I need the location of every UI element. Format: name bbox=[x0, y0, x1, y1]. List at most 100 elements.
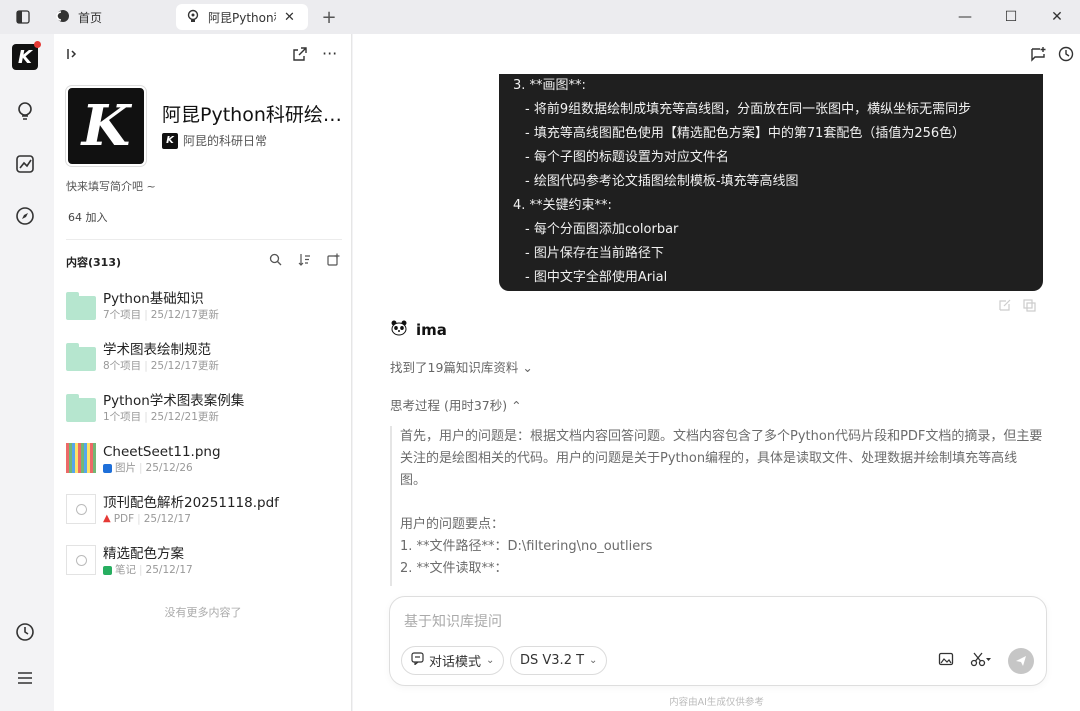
kb-cover-image: K bbox=[66, 86, 146, 166]
thinking-line: 2. **文件读取**： bbox=[400, 561, 508, 576]
menu-icon[interactable] bbox=[12, 665, 38, 691]
home-logo-icon bbox=[56, 9, 70, 26]
thinking-toggle[interactable]: 思考过程 (用时37秒) ⌃ bbox=[390, 395, 522, 414]
content-header: 内容(313) bbox=[66, 253, 340, 270]
message-line: - 绘图代码参考论文插图绘制模板-填充等高线图 bbox=[525, 174, 799, 189]
chat-area: 3. **画图**: - 将前9组数据绘制成填充等高线图，分面放在同一张图中，横… bbox=[353, 34, 1080, 711]
list-item[interactable]: Python学术图表案例集 1个项目 | 25/12/21更新 bbox=[66, 388, 346, 439]
image-thumbnail bbox=[66, 443, 96, 473]
folder-icon bbox=[66, 341, 96, 371]
tab-label: 阿昆Python科研绘图 bbox=[208, 10, 276, 25]
thinking-line bbox=[400, 492, 1050, 514]
list-item[interactable]: CheetSeet11.png 图片 | 25/12/26 bbox=[66, 439, 346, 490]
image-upload-icon[interactable] bbox=[938, 651, 954, 671]
item-date: 25/12/26 bbox=[145, 462, 193, 474]
knowledge-panel: ··· K 阿昆Python科研绘图... K 阿昆的科研日常 快来填写简介吧 … bbox=[54, 34, 352, 711]
mode-select[interactable]: 对话模式 ⌄ bbox=[401, 646, 505, 675]
kb-join-count: 64 加入 bbox=[68, 211, 108, 224]
content-count-label: 内容(313) bbox=[66, 256, 122, 269]
minimize-button[interactable]: — bbox=[942, 0, 988, 34]
folder-icon bbox=[66, 290, 96, 320]
no-more-label: 没有更多内容了 bbox=[164, 606, 242, 619]
send-button[interactable] bbox=[1008, 648, 1034, 674]
message-line: - 图中文字全部使用Arial bbox=[525, 270, 668, 285]
message-line: - 填充等高线图配色使用【精选配色方案】中的第71套配色（插值为256色） bbox=[525, 126, 966, 141]
note-icon bbox=[103, 565, 112, 575]
file-list: Python基础知识 7个项目 | 25/12/17更新 学术图表绘制规范 8个项目… bbox=[66, 286, 346, 592]
title-bar: 首页 阿昆Python科研绘图 ✕ + — ☐ ✕ bbox=[0, 0, 1080, 34]
edit-icon[interactable] bbox=[998, 299, 1011, 316]
model-select[interactable]: DS V3.2 T ⌄ bbox=[510, 646, 608, 675]
thinking-line: 用户的问题要点： bbox=[400, 517, 505, 532]
tab-label: 首页 bbox=[78, 10, 103, 25]
scissors-icon[interactable] bbox=[970, 651, 992, 671]
thinking-line: 图。 bbox=[400, 473, 427, 488]
item-type: 笔记 bbox=[115, 564, 136, 576]
message-line: 3. **画图**: bbox=[513, 78, 586, 93]
image-icon bbox=[103, 463, 112, 473]
owner-avatar: K bbox=[162, 132, 178, 149]
kb-intro[interactable]: 快来填写简介吧 ~ bbox=[66, 178, 156, 194]
collapse-panel-icon[interactable] bbox=[66, 46, 80, 66]
list-item[interactable]: 学术图表绘制规范 8个项目 | 25/12/17更新 bbox=[66, 337, 346, 388]
item-count: 7个项目 bbox=[103, 309, 142, 321]
mode-label: 对话模式 bbox=[429, 655, 482, 670]
item-count: 8个项目 bbox=[103, 360, 142, 372]
add-content-icon[interactable] bbox=[327, 253, 340, 269]
item-name: 学术图表绘制规范 bbox=[103, 342, 211, 358]
item-date: 25/12/17 bbox=[145, 564, 193, 576]
folder-icon bbox=[66, 392, 96, 422]
compass-icon[interactable] bbox=[12, 203, 38, 229]
pdf-thumbnail bbox=[66, 494, 96, 524]
history-icon[interactable] bbox=[1058, 46, 1074, 66]
kb-owner[interactable]: K 阿昆的科研日常 bbox=[162, 132, 267, 149]
model-label: DS V3.2 T bbox=[520, 653, 585, 668]
new-tab-button[interactable]: + bbox=[314, 7, 344, 28]
search-icon[interactable] bbox=[269, 253, 282, 269]
history-icon[interactable] bbox=[12, 619, 38, 645]
thinking-line: 关注的是绘图相关的代码。用户的问题是关于Python编程的，具体是读取文件、处理… bbox=[400, 451, 1018, 466]
chat-input-box[interactable]: 基于知识库提问 对话模式 ⌄ DS V3.2 T ⌄ bbox=[389, 596, 1047, 686]
list-item[interactable]: 精选配色方案 笔记 | 25/12/17 bbox=[66, 541, 346, 592]
item-date: 25/12/17 bbox=[143, 513, 191, 525]
thinking-line: 1. **文件路径**：D:\filtering\no_outliers bbox=[400, 539, 653, 554]
chart-icon[interactable] bbox=[12, 151, 38, 177]
note-thumbnail bbox=[66, 545, 96, 575]
more-icon[interactable]: ··· bbox=[322, 44, 337, 63]
share-icon[interactable] bbox=[292, 46, 308, 66]
thinking-line: ... bbox=[400, 580, 1050, 586]
tab-knowledge-base[interactable]: 阿昆Python科研绘图 ✕ bbox=[176, 4, 308, 30]
chat-input-placeholder[interactable]: 基于知识库提问 bbox=[404, 611, 502, 631]
item-type: PDF bbox=[113, 513, 135, 525]
item-date: 25/12/17更新 bbox=[150, 360, 219, 372]
list-item[interactable]: 顶刊配色解析20251118.pdf ▲ PDF | 25/12/17 bbox=[66, 490, 346, 541]
item-name: Python基础知识 bbox=[103, 291, 204, 307]
sources-toggle[interactable]: 找到了19篇知识库资料 ⌄ bbox=[390, 357, 533, 376]
app-logo[interactable]: K bbox=[12, 41, 41, 70]
close-window-button[interactable]: ✕ bbox=[1034, 0, 1080, 34]
divider bbox=[66, 239, 342, 240]
sort-icon[interactable] bbox=[298, 253, 311, 269]
item-name: 精选配色方案 bbox=[103, 546, 184, 562]
chevron-up-icon: ⌃ bbox=[511, 398, 522, 413]
bulb-icon[interactable] bbox=[12, 98, 38, 124]
close-icon[interactable]: ✕ bbox=[284, 10, 295, 25]
assistant-header: ima bbox=[390, 320, 447, 340]
list-item[interactable]: Python基础知识 7个项目 | 25/12/17更新 bbox=[66, 286, 346, 337]
assistant-name: ima bbox=[416, 321, 447, 339]
chevron-down-icon: ⌄ bbox=[522, 360, 533, 375]
maximize-button[interactable]: ☐ bbox=[988, 0, 1034, 34]
chevron-down-icon: ⌄ bbox=[486, 655, 495, 666]
chevron-down-icon: ⌄ bbox=[589, 655, 598, 666]
new-note-icon[interactable] bbox=[1030, 46, 1046, 66]
tab-home[interactable]: 首页 bbox=[46, 4, 170, 30]
toggle-sidebar-icon[interactable] bbox=[0, 0, 46, 34]
item-name: CheetSeet11.png bbox=[103, 444, 221, 460]
item-date: 25/12/21更新 bbox=[150, 411, 219, 423]
thinking-content: 首先，用户的问题是：根据文档内容回答问题。文档内容包含了多个Python代码片段… bbox=[390, 426, 1050, 586]
copy-icon[interactable] bbox=[1023, 299, 1036, 316]
notification-dot bbox=[34, 41, 41, 48]
user-message-bubble: 3. **画图**: - 将前9组数据绘制成填充等高线图，分面放在同一张图中，横… bbox=[499, 74, 1043, 291]
item-name: Python学术图表案例集 bbox=[103, 393, 245, 409]
thinking-line: 首先，用户的问题是：根据文档内容回答问题。文档内容包含了多个Python代码片段… bbox=[400, 429, 1043, 444]
